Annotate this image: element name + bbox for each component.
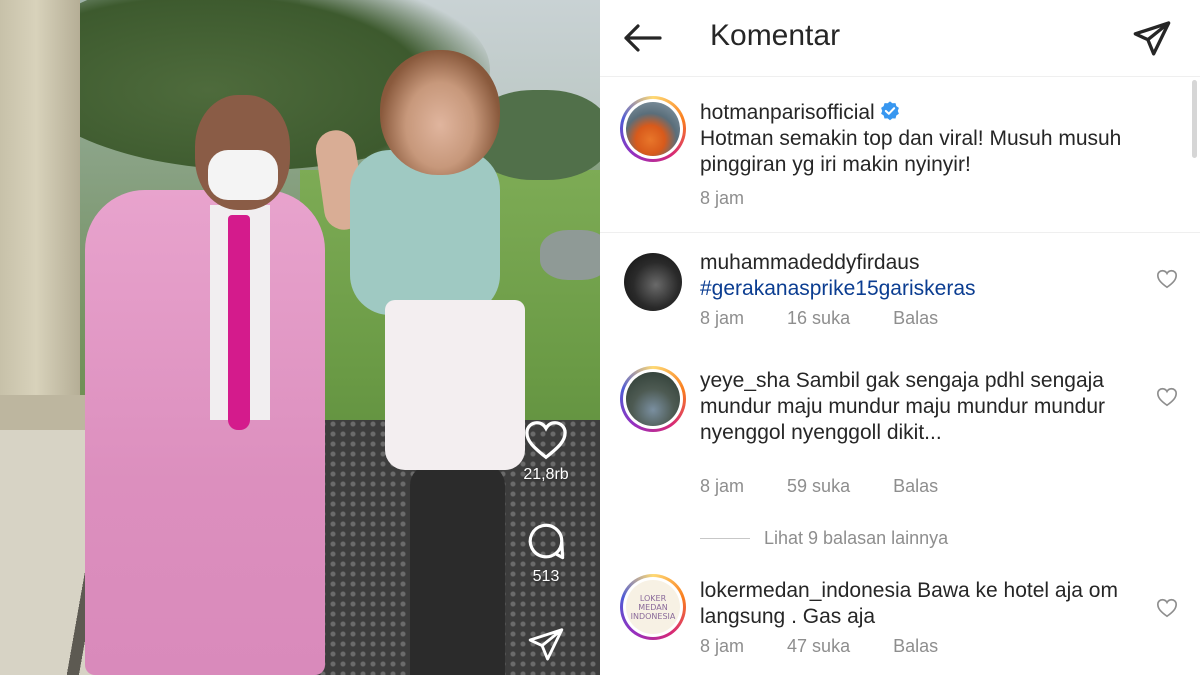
comment-username[interactable]: lokermedan_indonesia: [700, 579, 911, 602]
comment-likes[interactable]: 47 suka: [787, 636, 850, 657]
reply-button[interactable]: Balas: [893, 636, 938, 657]
video-man-tie: [228, 215, 250, 430]
video-woman-top: [350, 150, 500, 315]
comment-likes[interactable]: 16 suka: [787, 308, 850, 329]
avatar[interactable]: LOKER MEDAN INDONESIA: [620, 574, 686, 640]
view-more-replies-button[interactable]: Lihat 9 balasan lainnya: [700, 526, 948, 550]
comment-meta: 8 jam 16 suka Balas: [700, 308, 976, 329]
video-face-mask: [208, 150, 278, 200]
heart-icon[interactable]: [1156, 597, 1178, 619]
video-pillar-base: [0, 395, 95, 430]
replies-divider-line: [700, 537, 750, 539]
comment-time: 8 jam: [700, 308, 745, 328]
comment-count: 513: [532, 568, 560, 585]
caption-body: hotmanparisofficial Hotman semakin top d…: [700, 100, 1140, 178]
verified-badge-icon: [880, 101, 899, 121]
avatar-text: MEDAN: [638, 602, 668, 612]
comments-header: Komentar: [600, 0, 1200, 76]
page-title: Komentar: [710, 19, 841, 52]
reply-button[interactable]: Balas: [893, 308, 938, 329]
avatar[interactable]: [624, 253, 682, 311]
caption-time: 8 jam: [700, 188, 745, 208]
share-icon[interactable]: [526, 625, 566, 663]
caption-divider: [600, 232, 1200, 233]
heart-icon[interactable]: [1156, 268, 1178, 290]
like-action[interactable]: 21,8rb: [510, 420, 582, 484]
comment-likes[interactable]: 59 suka: [787, 476, 850, 497]
comment-time: 8 jam: [700, 636, 745, 656]
avatar[interactable]: [620, 366, 686, 432]
caption-meta: 8 jam: [700, 188, 782, 209]
avatar-image: [626, 372, 680, 426]
comment-meta: 8 jam 59 suka Balas: [700, 476, 976, 497]
avatar-image: LOKER MEDAN INDONESIA: [626, 580, 680, 634]
reel-video[interactable]: 21,8rb 513: [0, 0, 600, 675]
comment-username[interactable]: yeye_sha: [700, 369, 790, 392]
comment-body: yeye_sha Sambil gak sengaja pdhl sengaja…: [700, 368, 1140, 446]
video-pillar: [0, 0, 80, 430]
video-man-suit: [85, 190, 325, 675]
send-icon[interactable]: [1132, 18, 1172, 58]
like-count: 21,8rb: [523, 466, 569, 483]
comment-time: 8 jam: [700, 476, 745, 496]
comments-panel: Komentar hotmanparisofficial Hotman sema…: [600, 0, 1200, 675]
avatar-text: INDONESIA: [630, 611, 676, 621]
back-arrow-icon[interactable]: [620, 18, 664, 58]
heart-icon[interactable]: [1156, 386, 1178, 408]
heart-icon[interactable]: [524, 420, 568, 460]
comment-meta: 8 jam 47 suka Balas: [700, 636, 976, 657]
video-pond: [540, 230, 600, 280]
share-action[interactable]: [510, 625, 582, 663]
comment-action[interactable]: 513: [510, 520, 582, 586]
video-woman-skirt: [385, 300, 525, 470]
caption-text: Hotman semakin top dan viral! Musuh musu…: [700, 127, 1122, 176]
reply-button[interactable]: Balas: [893, 476, 938, 497]
caption-username[interactable]: hotmanparisofficial: [700, 101, 875, 124]
video-woman-legs: [410, 465, 505, 675]
hashtag-link[interactable]: #gerakanasprike15gariskeras: [700, 277, 976, 300]
comment-body: lokermedan_indonesia Bawa ke hotel aja o…: [700, 578, 1140, 630]
scrollbar[interactable]: [1192, 80, 1197, 158]
avatar-text: LOKER: [639, 593, 667, 603]
comment-body: muhammadeddyfirdaus #gerakanasprike15gar…: [700, 250, 1140, 302]
header-divider: [600, 76, 1200, 77]
video-woman-head: [380, 50, 500, 175]
comment-username[interactable]: muhammadeddyfirdaus: [700, 251, 919, 274]
comment-bubble-icon[interactable]: [525, 520, 567, 562]
avatar[interactable]: [620, 96, 686, 162]
view-more-replies-label: Lihat 9 balasan lainnya: [764, 527, 949, 548]
avatar-image: [626, 102, 680, 156]
